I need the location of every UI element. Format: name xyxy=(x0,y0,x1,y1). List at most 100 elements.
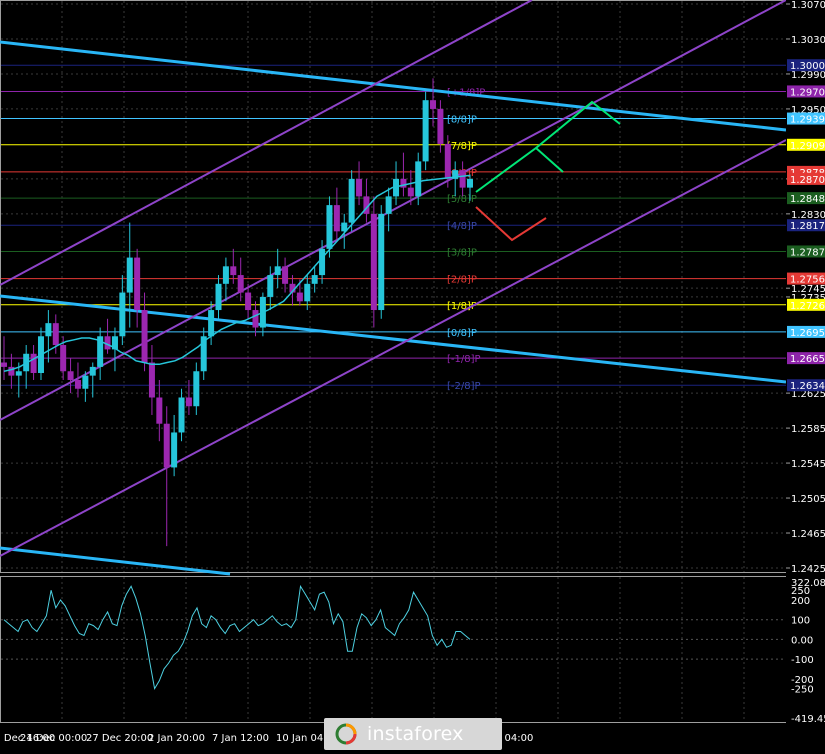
forecast-path xyxy=(475,206,547,242)
price-tick-label: 1.2425 xyxy=(791,564,825,575)
price-tick-label: 1.2545 xyxy=(791,459,825,470)
trend-line xyxy=(0,40,787,132)
forecast-arrows xyxy=(475,100,621,242)
logo-text: instaforex xyxy=(367,723,464,745)
candle-body xyxy=(74,380,81,389)
logo-mark-icon xyxy=(334,722,358,746)
indicator-tick-label: 200 xyxy=(791,596,810,607)
level-label: [3/8]P xyxy=(447,247,477,258)
candle-body xyxy=(148,362,155,398)
current-price-tag-text: 1.2870 xyxy=(790,175,825,186)
price-tick-label: 1.3030 xyxy=(791,35,825,46)
candle-body xyxy=(245,292,252,311)
candle-body xyxy=(45,323,52,337)
candle-body xyxy=(67,371,74,380)
candle-body xyxy=(134,257,141,311)
candles xyxy=(1,78,473,547)
time-tick-label: 2 Jan 20:00 xyxy=(148,733,205,744)
candle-body xyxy=(274,266,281,276)
candle-body xyxy=(370,213,377,311)
indicator-tick-label: -419.4561 xyxy=(791,714,825,725)
candle-body xyxy=(378,213,385,311)
candle-body xyxy=(15,371,22,376)
candle-body xyxy=(304,283,311,302)
candle-body xyxy=(185,397,192,407)
candle-body xyxy=(348,178,355,223)
level-price-tag-text: 1.2848 xyxy=(790,194,825,205)
candle-body xyxy=(89,366,96,376)
level-label: [-1/8]P xyxy=(447,354,481,365)
level-price-tag-text: 1.2756 xyxy=(790,275,825,286)
candle-body xyxy=(356,178,363,197)
cci-indicator: 322.08982502001000.00-100-200-250-419.45… xyxy=(1,578,825,725)
cci-line xyxy=(3,584,471,690)
candle-body xyxy=(52,323,59,346)
price-tick-label: 1.2465 xyxy=(791,529,825,540)
level-price-tag-text: 1.2695 xyxy=(790,328,825,339)
indicator-tick-label: -100 xyxy=(791,655,814,666)
candle-body xyxy=(282,266,289,284)
trend-line xyxy=(0,0,787,421)
candle-body xyxy=(319,248,326,276)
candle-body xyxy=(430,100,437,109)
level-price-tag-text: 1.2634 xyxy=(790,381,825,392)
level-label: [2/8]P xyxy=(447,275,477,286)
candle-body xyxy=(193,371,200,407)
trend-line xyxy=(0,546,231,576)
candle-body xyxy=(326,205,333,249)
candle-body xyxy=(267,275,274,297)
price-tick-label: 1.2505 xyxy=(791,494,825,505)
level-label: [-2/8]P xyxy=(447,381,481,392)
candle-body xyxy=(311,275,318,284)
level-price-tag-text: 1.2787 xyxy=(790,247,825,258)
candle-body xyxy=(215,283,222,311)
candle-body xyxy=(407,187,414,197)
candle-body xyxy=(333,205,340,232)
level-price-tag-text: 1.2909 xyxy=(790,141,825,152)
grid xyxy=(0,0,787,723)
trend-channels xyxy=(0,0,787,576)
level-price-tag-text: 1.2970 xyxy=(790,87,825,98)
price-tick-label: 1.2830 xyxy=(791,210,825,221)
candle-body xyxy=(252,310,259,328)
candle-body xyxy=(30,353,37,374)
time-tick-label: 27 Dec 20:00 xyxy=(86,733,153,744)
candle-body xyxy=(230,266,237,276)
ma-line xyxy=(3,174,471,373)
level-price-tag-text: 1.2665 xyxy=(790,354,825,365)
candle-body xyxy=(296,292,303,302)
candle-body xyxy=(60,345,67,372)
moving-average xyxy=(3,174,471,373)
level-price-tag-text: 1.2939 xyxy=(790,115,825,126)
candle-body xyxy=(237,275,244,293)
candle-body xyxy=(156,397,163,424)
time-tick-label: 24 Dec 00:00 xyxy=(20,733,87,744)
candle-body xyxy=(178,397,185,433)
chart-stage: 1.3000[+1/8]P1.2970[8/8]P1.2939[7/8]P1.2… xyxy=(0,0,825,750)
candle-body xyxy=(437,108,444,144)
instaforex-logo[interactable]: instaforex xyxy=(324,718,502,750)
candle-body xyxy=(171,432,178,468)
indicator-tick-label: 0.00 xyxy=(791,635,813,646)
candle-body xyxy=(222,266,229,284)
time-tick-label: 7 Jan 12:00 xyxy=(212,733,269,744)
level-label: [4/8]P xyxy=(447,221,477,232)
candle-body xyxy=(385,196,392,214)
level-price-tag-text: 1.2726 xyxy=(790,301,825,312)
candle-body xyxy=(467,178,473,188)
indicator-tick-label: 100 xyxy=(791,616,810,627)
level-label: [7/8]P xyxy=(447,141,477,152)
candle-body xyxy=(422,100,429,162)
price-chart: 1.3000[+1/8]P1.2970[8/8]P1.2939[7/8]P1.2… xyxy=(0,0,825,750)
level-label: [8/8]P xyxy=(447,115,477,126)
price-tick-label: 1.3070 xyxy=(791,0,825,11)
forecast-path xyxy=(475,146,564,193)
price-tick-label: 1.2745 xyxy=(791,284,825,295)
level-label: [5/8]P xyxy=(447,194,477,205)
candle-body xyxy=(208,310,215,337)
level-price-tag-text: 1.2817 xyxy=(790,221,825,232)
indicator-panel-frame xyxy=(0,576,787,723)
candle-body xyxy=(444,143,451,179)
indicator-tick-label: -250 xyxy=(791,685,814,696)
price-tick-label: 1.2585 xyxy=(791,424,825,435)
